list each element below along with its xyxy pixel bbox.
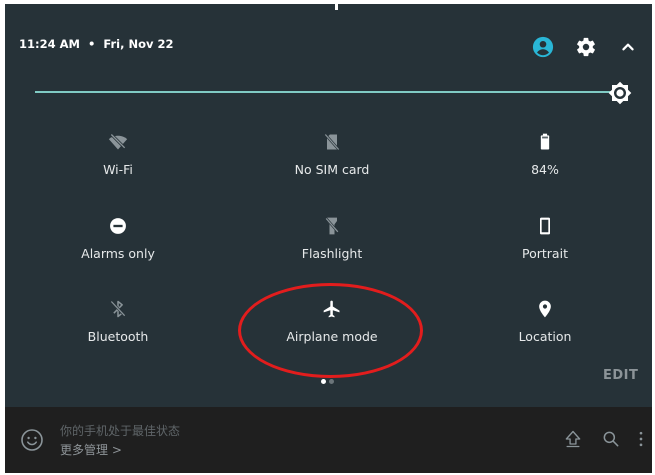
tile-bluetooth[interactable]: Bluetooth — [38, 299, 198, 369]
tile-label: Alarms only — [81, 246, 155, 261]
tile-label: Wi-Fi — [103, 162, 133, 177]
gear-icon[interactable] — [575, 36, 597, 58]
tile-label: Bluetooth — [87, 329, 149, 344]
status-separator: • — [87, 37, 96, 51]
tile-portrait[interactable]: Portrait — [465, 216, 625, 286]
tile-flashlight[interactable]: Flashlight — [252, 216, 412, 286]
top-notch-indicator — [335, 4, 338, 10]
tile-label: Portrait — [522, 246, 568, 261]
smiley-icon — [20, 428, 44, 452]
annotation-circle — [238, 283, 423, 378]
do-not-disturb-icon — [108, 216, 128, 236]
account-icon[interactable] — [532, 36, 554, 58]
bluetooth-off-icon — [108, 299, 128, 319]
flashlight-icon — [322, 216, 342, 236]
tile-alarms-only[interactable]: Alarms only — [38, 216, 198, 286]
tile-wifi[interactable]: Wi-Fi — [38, 132, 198, 202]
edit-button[interactable]: EDIT — [603, 368, 638, 383]
tile-label: Flashlight — [301, 246, 363, 261]
notification-more-link[interactable]: 更多管理 > — [60, 441, 122, 458]
page-dot — [329, 379, 334, 384]
tile-label: Location — [518, 329, 572, 344]
brightness-icon[interactable] — [608, 81, 632, 105]
status-datetime: 11:24 AM • Fri, Nov 22 — [19, 37, 174, 51]
page-dot-active — [321, 379, 326, 384]
no-sim-icon — [322, 132, 342, 152]
clean-up-icon[interactable] — [563, 429, 583, 449]
search-icon[interactable] — [601, 429, 621, 449]
wifi-off-icon — [108, 132, 128, 152]
tile-location[interactable]: Location — [465, 299, 625, 369]
status-time: 11:24 AM — [19, 37, 80, 51]
location-pin-icon — [535, 299, 555, 319]
chevron-up-icon[interactable] — [617, 36, 639, 58]
brightness-slider[interactable] — [35, 91, 613, 93]
notification-title: 你的手机处于最佳状态 — [60, 424, 181, 438]
status-date: Fri, Nov 22 — [103, 37, 174, 51]
tile-battery[interactable]: 84% — [465, 132, 625, 202]
more-options-icon[interactable] — [631, 429, 651, 449]
notification-bar[interactable]: 你的手机处于最佳状态 更多管理 > — [5, 407, 652, 473]
tile-sim[interactable]: No SIM card — [252, 132, 412, 202]
portrait-icon — [535, 216, 555, 236]
tile-label: 84% — [531, 162, 559, 177]
tile-label: No SIM card — [294, 162, 370, 177]
battery-icon — [535, 132, 555, 152]
